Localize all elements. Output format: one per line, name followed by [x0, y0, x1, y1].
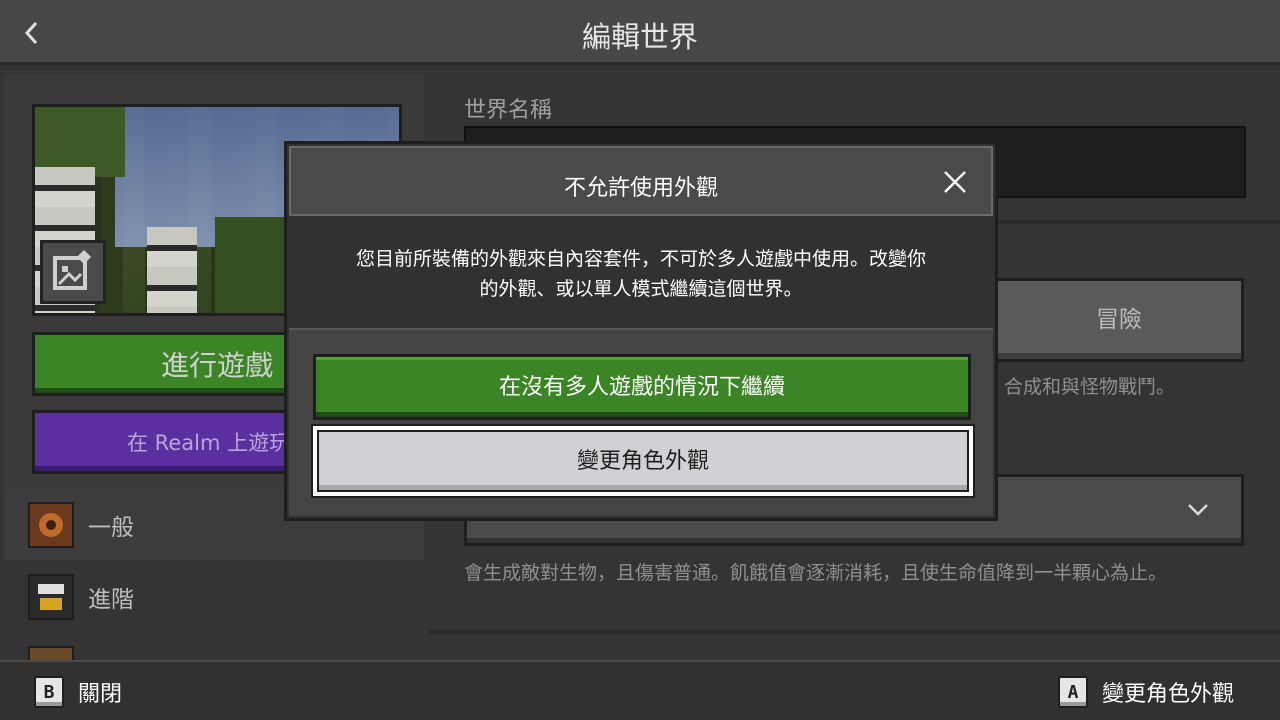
dialog-body: 您目前所裝備的外觀來自內容套件，不可於多人遊戲中使用。改變你 的外觀、或以單人模…	[289, 218, 993, 326]
edit-world-screen: 編輯世界 進行遊戲 在 Realm 上遊玩 一般 進階 世界名稱 冒險 合成和與…	[0, 0, 1280, 720]
dialog-message-line: 的外觀、或以單人模式繼續這個世界。	[479, 278, 803, 300]
continue-without-multiplayer-button[interactable]: 在沒有多人遊戲的情況下繼續	[313, 354, 971, 420]
close-hint[interactable]: B 關閉	[34, 676, 122, 708]
controller-hint-bar: B 關閉 A 變更角色外觀	[0, 660, 1280, 720]
dialog-actions: 在沒有多人遊戲的情況下繼續 變更角色外觀	[289, 328, 993, 516]
a-button-icon: A	[1058, 676, 1088, 708]
skin-not-allowed-dialog: 不允許使用外觀 您目前所裝備的外觀來自內容套件，不可於多人遊戲中使用。改變你 的…	[284, 141, 998, 521]
dialog-message-line: 您目前所裝備的外觀來自內容套件，不可於多人遊戲中使用。改變你	[355, 248, 926, 270]
close-hint-label: 關閉	[78, 682, 123, 707]
dialog-message: 您目前所裝備的外觀來自內容套件，不可於多人遊戲中使用。改變你 的外觀、或以單人模…	[309, 244, 973, 304]
dialog-title: 不允許使用外觀	[563, 176, 718, 201]
b-button-icon: B	[34, 676, 64, 708]
close-icon[interactable]	[941, 168, 969, 196]
change-skin-button[interactable]: 變更角色外觀	[311, 424, 975, 498]
dialog-header: 不允許使用外觀	[289, 146, 993, 216]
confirm-hint-label: 變更角色外觀	[1102, 682, 1235, 707]
change-skin-button-label: 變更角色外觀	[317, 430, 969, 492]
confirm-hint[interactable]: A 變更角色外觀	[1058, 676, 1234, 708]
